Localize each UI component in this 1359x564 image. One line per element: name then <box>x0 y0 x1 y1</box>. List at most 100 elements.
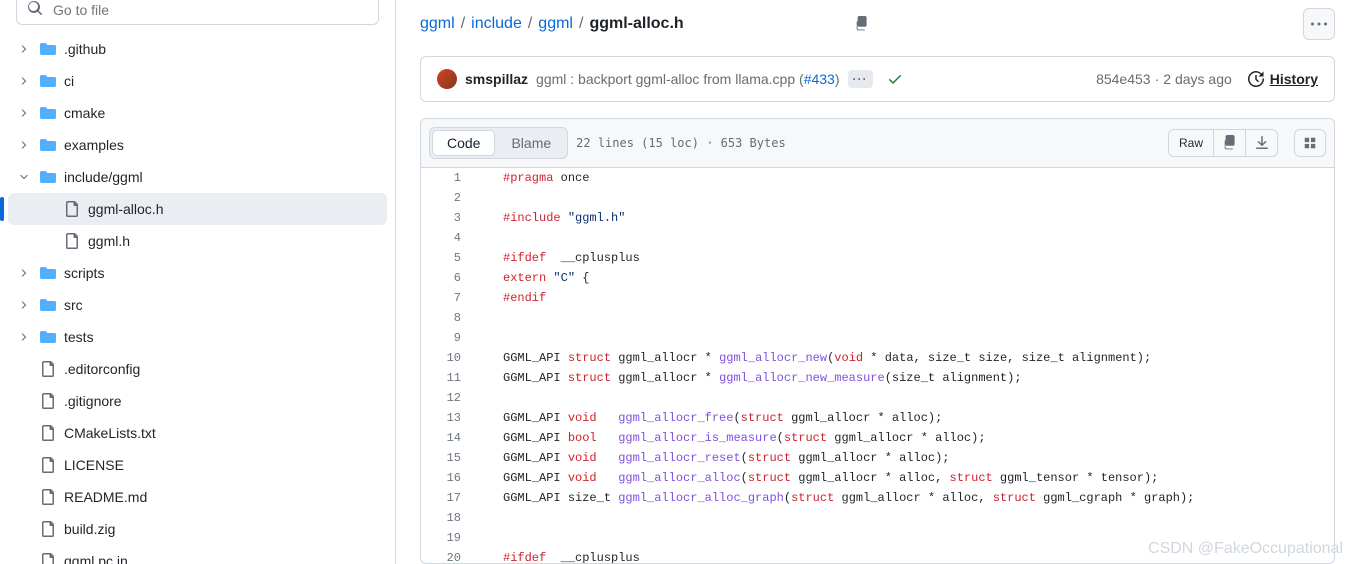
line-content[interactable]: GGML_API void ggml_allocr_free(struct gg… <box>481 408 942 428</box>
code-line[interactable]: 1#pragma once <box>421 168 1334 188</box>
tree-file-CMakeLists.txt[interactable]: CMakeLists.txt <box>8 417 387 449</box>
chevron-right-icon[interactable] <box>16 331 32 343</box>
chevron-right-icon[interactable] <box>16 107 32 119</box>
code-area[interactable]: 1#pragma once23#include "ggml.h"45#ifdef… <box>421 168 1334 563</box>
line-number[interactable]: 6 <box>421 268 481 288</box>
code-line[interactable]: 11GGML_API struct ggml_allocr * ggml_all… <box>421 368 1334 388</box>
line-content[interactable]: extern "C" { <box>481 268 589 288</box>
code-line[interactable]: 6extern "C" { <box>421 268 1334 288</box>
line-content[interactable]: GGML_API void ggml_allocr_reset(struct g… <box>481 448 950 468</box>
blame-tab[interactable]: Blame <box>497 130 565 156</box>
line-number[interactable]: 11 <box>421 368 481 388</box>
tree-folder-cmake[interactable]: cmake <box>8 97 387 129</box>
line-number[interactable]: 14 <box>421 428 481 448</box>
code-line[interactable]: 7#endif <box>421 288 1334 308</box>
chevron-down-icon[interactable] <box>16 171 32 183</box>
code-line[interactable]: 19 <box>421 528 1334 548</box>
tree-file-README.md[interactable]: README.md <box>8 481 387 513</box>
line-number[interactable]: 19 <box>421 528 481 548</box>
chevron-right-icon[interactable] <box>16 267 32 279</box>
code-line[interactable]: 5#ifdef __cplusplus <box>421 248 1334 268</box>
code-line[interactable]: 12 <box>421 388 1334 408</box>
breadcrumb-link[interactable]: ggml <box>420 15 455 33</box>
tree-file-build.zig[interactable]: build.zig <box>8 513 387 545</box>
line-content[interactable] <box>481 228 503 248</box>
line-content[interactable]: GGML_API struct ggml_allocr * ggml_alloc… <box>481 368 1022 388</box>
tree-folder-.github[interactable]: .github <box>8 33 387 65</box>
line-content[interactable] <box>481 528 503 548</box>
tree-file-ggml.pc.in[interactable]: ggml.pc.in <box>8 545 387 564</box>
tree-file-LICENSE[interactable]: LICENSE <box>8 449 387 481</box>
code-line[interactable]: 13GGML_API void ggml_allocr_free(struct … <box>421 408 1334 428</box>
file-search-input[interactable] <box>51 1 368 19</box>
line-number[interactable]: 9 <box>421 328 481 348</box>
line-content[interactable]: #ifdef __cplusplus <box>481 248 640 268</box>
tree-file-ggml-alloc.h[interactable]: ggml-alloc.h <box>8 193 387 225</box>
code-line[interactable]: 14GGML_API bool ggml_allocr_is_measure(s… <box>421 428 1334 448</box>
line-number[interactable]: 7 <box>421 288 481 308</box>
line-content[interactable] <box>481 328 503 348</box>
download-raw-button[interactable] <box>1246 129 1278 157</box>
line-number[interactable]: 15 <box>421 448 481 468</box>
code-line[interactable]: 10GGML_API struct ggml_allocr * ggml_all… <box>421 348 1334 368</box>
tree-folder-include-ggml[interactable]: include/ggml <box>8 161 387 193</box>
code-line[interactable]: 20#ifdef __cplusplus <box>421 548 1334 563</box>
line-number[interactable]: 12 <box>421 388 481 408</box>
tree-file-.editorconfig[interactable]: .editorconfig <box>8 353 387 385</box>
expand-commit-icon[interactable]: ··· <box>848 70 873 88</box>
symbols-button[interactable] <box>1294 129 1326 157</box>
code-line[interactable]: 2 <box>421 188 1334 208</box>
line-content[interactable]: GGML_API bool ggml_allocr_is_measure(str… <box>481 428 986 448</box>
breadcrumb-link[interactable]: ggml <box>538 15 573 33</box>
chevron-right-icon[interactable] <box>16 75 32 87</box>
line-content[interactable]: GGML_API struct ggml_allocr * ggml_alloc… <box>481 348 1151 368</box>
history-link[interactable]: History <box>1248 71 1318 87</box>
chevron-right-icon[interactable] <box>16 43 32 55</box>
tree-folder-tests[interactable]: tests <box>8 321 387 353</box>
line-content[interactable] <box>481 508 503 528</box>
line-content[interactable] <box>481 308 503 328</box>
code-line[interactable]: 4 <box>421 228 1334 248</box>
line-number[interactable]: 17 <box>421 488 481 508</box>
tree-file-.gitignore[interactable]: .gitignore <box>8 385 387 417</box>
pr-link[interactable]: #433 <box>804 71 835 87</box>
tree-folder-scripts[interactable]: scripts <box>8 257 387 289</box>
code-line[interactable]: 8 <box>421 308 1334 328</box>
commit-message[interactable]: ggml : backport ggml-alloc from llama.cp… <box>536 71 839 87</box>
tree-file-ggml.h[interactable]: ggml.h <box>8 225 387 257</box>
tree-folder-ci[interactable]: ci <box>8 65 387 97</box>
raw-button[interactable]: Raw <box>1168 129 1214 157</box>
line-number[interactable]: 1 <box>421 168 481 188</box>
code-tab[interactable]: Code <box>432 130 495 156</box>
code-line[interactable]: 17GGML_API size_t ggml_allocr_alloc_grap… <box>421 488 1334 508</box>
avatar[interactable] <box>437 69 457 89</box>
code-line[interactable]: 18 <box>421 508 1334 528</box>
line-number[interactable]: 3 <box>421 208 481 228</box>
code-line[interactable]: 16GGML_API void ggml_allocr_alloc(struct… <box>421 468 1334 488</box>
line-content[interactable]: #include "ggml.h" <box>481 208 625 228</box>
status-check-icon[interactable] <box>887 71 903 87</box>
line-content[interactable]: #pragma once <box>481 168 589 188</box>
line-content[interactable]: GGML_API void ggml_allocr_alloc(struct g… <box>481 468 1158 488</box>
line-content[interactable]: #endif <box>481 288 546 308</box>
line-number[interactable]: 10 <box>421 348 481 368</box>
breadcrumb-link[interactable]: include <box>471 15 522 33</box>
tree-folder-examples[interactable]: examples <box>8 129 387 161</box>
line-content[interactable]: GGML_API size_t ggml_allocr_alloc_graph(… <box>481 488 1194 508</box>
chevron-right-icon[interactable] <box>16 139 32 151</box>
more-menu-button[interactable] <box>1303 8 1335 40</box>
copy-raw-button[interactable] <box>1214 129 1246 157</box>
code-line[interactable]: 3#include "ggml.h" <box>421 208 1334 228</box>
line-number[interactable]: 2 <box>421 188 481 208</box>
line-content[interactable] <box>481 388 503 408</box>
line-number[interactable]: 20 <box>421 548 481 563</box>
commit-author[interactable]: smspillaz <box>465 71 528 87</box>
line-number[interactable]: 5 <box>421 248 481 268</box>
line-number[interactable]: 16 <box>421 468 481 488</box>
copy-path-button[interactable] <box>848 10 876 38</box>
file-search[interactable] <box>16 0 379 25</box>
commit-sha[interactable]: 854e453 <box>1096 71 1151 87</box>
line-content[interactable] <box>481 188 503 208</box>
line-number[interactable]: 13 <box>421 408 481 428</box>
code-line[interactable]: 15GGML_API void ggml_allocr_reset(struct… <box>421 448 1334 468</box>
